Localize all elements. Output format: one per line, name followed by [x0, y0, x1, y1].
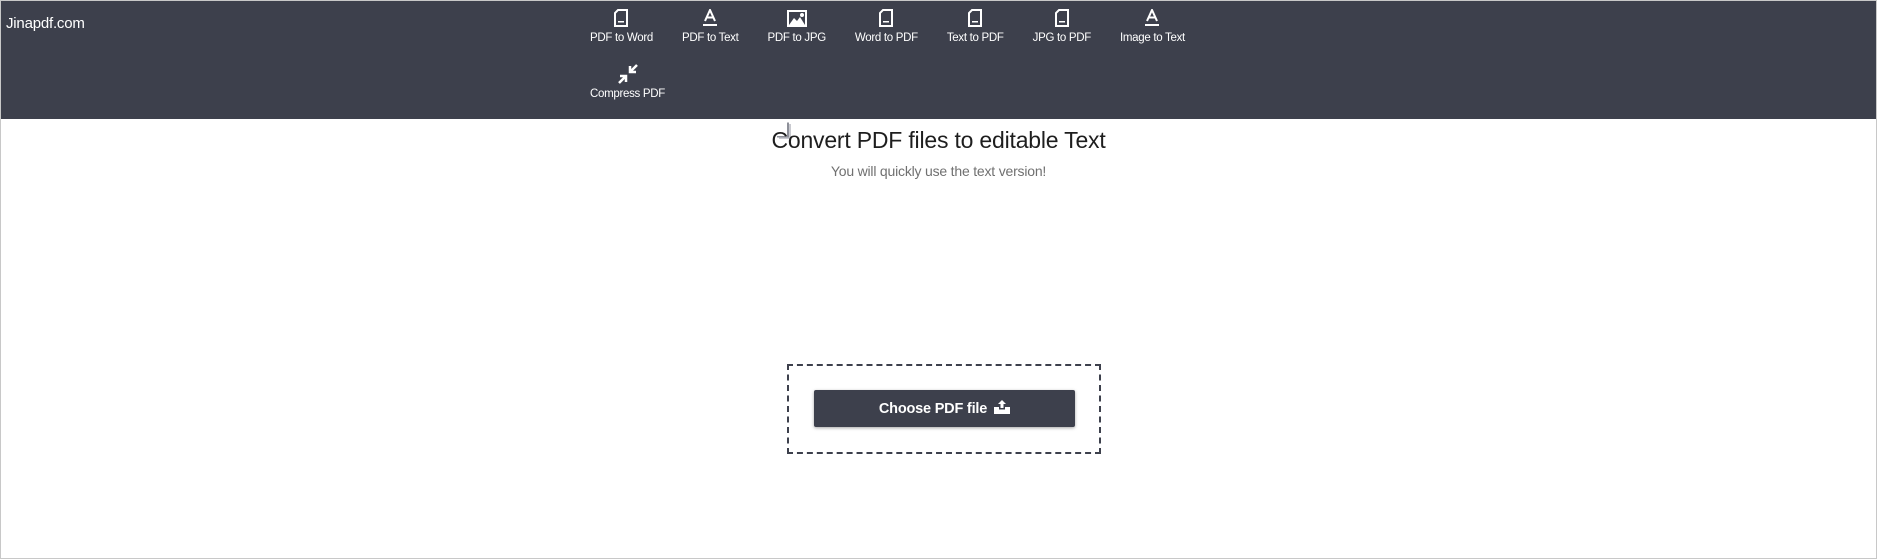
nav-item-pdf-to-jpg[interactable]: PDF to JPG	[765, 1, 829, 57]
file-icon	[875, 7, 897, 29]
nav-item-pdf-to-word[interactable]: PDF to Word	[587, 1, 656, 57]
text-a-icon	[699, 7, 721, 29]
nav-item-label: JPG to PDF	[1032, 32, 1092, 44]
nav-item-image-to-text[interactable]: Image to Text	[1117, 1, 1188, 57]
nav-item-label: PDF to Text	[681, 32, 739, 44]
nav-item-label: Compress PDF	[590, 88, 665, 100]
compress-icon	[617, 63, 639, 85]
nav-item-jpg-to-pdf[interactable]: JPG to PDF	[1030, 1, 1094, 57]
nav-item-label: Image to Text	[1119, 32, 1185, 44]
header-bar: Jinapdf.com PDF to Word PDF to Text PDF …	[1, 1, 1876, 156]
nav-item-pdf-to-text[interactable]: PDF to Text	[679, 1, 742, 57]
file-icon	[964, 7, 986, 29]
file-icon	[1051, 7, 1073, 29]
nav-item-label: Text to PDF	[946, 32, 1004, 44]
file-icon	[610, 7, 632, 29]
nav-item-compress-pdf[interactable]: Compress PDF	[587, 57, 668, 113]
nav-item-word-to-pdf[interactable]: Word to PDF	[852, 1, 921, 57]
nav-item-text-to-pdf[interactable]: Text to PDF	[944, 1, 1007, 57]
upload-icon	[994, 399, 1011, 418]
text-a-icon	[1141, 7, 1163, 29]
site-logo[interactable]: Jinapdf.com	[6, 15, 85, 32]
nav-item-label: Word to PDF	[854, 32, 918, 44]
nav-item-label: PDF to Word	[590, 32, 653, 44]
choose-pdf-file-button[interactable]: Choose PDF file	[814, 390, 1075, 427]
image-icon	[786, 7, 808, 29]
nav-item-label: PDF to JPG	[767, 32, 827, 44]
page-title: Convert PDF files to editable Text	[771, 127, 1106, 153]
choose-button-label: Choose PDF file	[878, 400, 988, 417]
page-subtitle: You will quickly use the text version!	[830, 163, 1047, 179]
